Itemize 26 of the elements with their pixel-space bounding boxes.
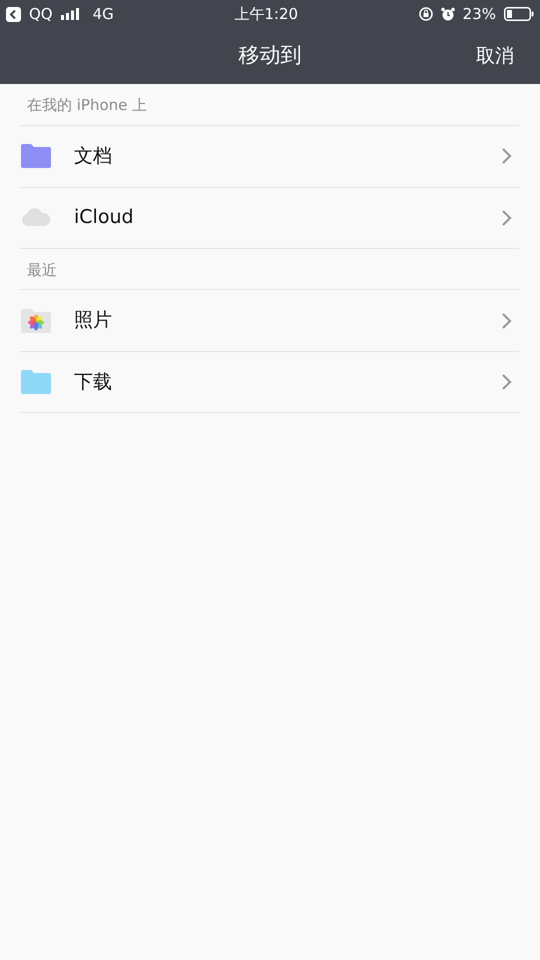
status-time: 上午1:20 xyxy=(234,4,298,25)
chevron-icon xyxy=(501,373,513,391)
back-icon[interactable] xyxy=(6,6,21,22)
section-header: 最近 xyxy=(26,260,58,280)
section-header: 在我的 iPhone 上 xyxy=(26,95,148,116)
list-item[interactable]: 下载 xyxy=(20,351,519,413)
chevron-icon xyxy=(501,312,513,330)
list-item[interactable]: 文档 xyxy=(20,124,519,186)
page-title: 移动到 xyxy=(238,42,302,70)
network-type: 4G xyxy=(92,4,114,25)
signal-icon xyxy=(60,8,81,20)
alarm-icon xyxy=(440,7,455,21)
back-app-label[interactable]: QQ xyxy=(29,2,53,26)
item-label: 照片 xyxy=(74,308,113,334)
list-item[interactable]: 照片 xyxy=(20,289,519,351)
chevron-icon xyxy=(501,147,513,165)
battery-percent: 23% xyxy=(462,4,496,25)
chevron-icon xyxy=(501,208,513,226)
item-label: 下载 xyxy=(74,370,113,395)
list-item[interactable]: iCloud xyxy=(20,186,519,248)
cancel-button[interactable]: 取消 xyxy=(476,40,514,72)
photos-icon xyxy=(20,308,52,334)
battery-icon xyxy=(504,7,534,21)
rotation-lock-icon xyxy=(418,7,433,21)
item-label: iCloud xyxy=(74,205,135,230)
item-label: 文档 xyxy=(74,144,113,169)
